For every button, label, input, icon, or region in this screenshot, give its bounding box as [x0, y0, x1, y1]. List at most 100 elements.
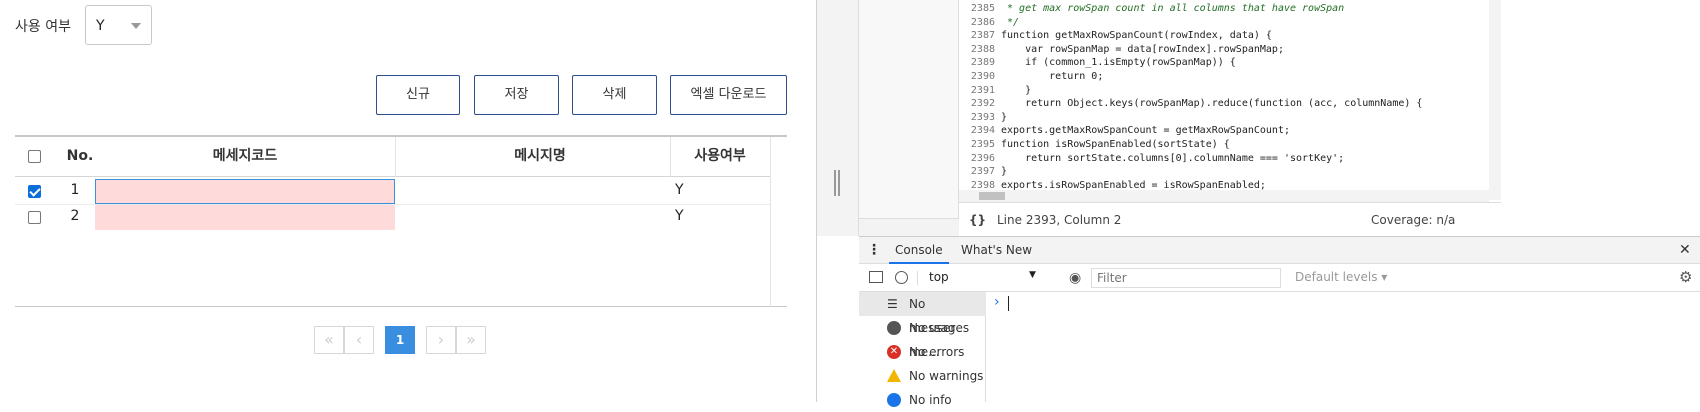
- sidebar-item-warnings[interactable]: No warnings: [859, 364, 986, 388]
- clear-console-icon[interactable]: [895, 271, 908, 284]
- line-number: 2385: [970, 3, 995, 14]
- select-all-checkbox[interactable]: [28, 150, 41, 163]
- console-output[interactable]: ›: [986, 292, 1700, 402]
- console-caret: [1008, 296, 1009, 311]
- row-checkbox[interactable]: [28, 211, 41, 224]
- gear-icon[interactable]: ⚙: [1679, 268, 1692, 286]
- warning-icon: [887, 369, 901, 382]
- sidebar-item-label: No warnings: [909, 369, 984, 383]
- console-toolbar: top ▼ ◉ Filter Default levels ▾ ⚙: [859, 264, 1700, 292]
- sidebar-item-label: No errors: [909, 345, 965, 359]
- line-number: 2389: [970, 57, 995, 69]
- filter-placeholder: Filter: [1097, 271, 1127, 285]
- line-number: 2391: [970, 84, 995, 96]
- close-icon[interactable]: ✕: [1679, 237, 1691, 264]
- use-cell[interactable]: Y: [675, 208, 684, 224]
- col-header-no: No.: [66, 148, 94, 164]
- line-number: 2387: [970, 30, 995, 42]
- code-line: * get max rowSpan count in all columns t…: [1001, 3, 1345, 14]
- line-number: 2392: [970, 98, 995, 110]
- scroll-thumb[interactable]: [979, 192, 1005, 200]
- code-line: return Object.keys(rowSpanMap).reduce(fu…: [1001, 98, 1423, 110]
- file-navigator: [859, 0, 959, 218]
- log-levels-select[interactable]: Default levels ▾: [1295, 270, 1387, 284]
- use-cell[interactable]: Y: [675, 182, 684, 198]
- code-line: var rowSpanMap = data[rowIndex].rowSpanM…: [1001, 43, 1284, 55]
- cursor-position: Line 2393, Column 2: [997, 213, 1122, 227]
- line-number: 2388: [970, 43, 995, 55]
- tab-whats-new[interactable]: What's New: [961, 237, 1032, 264]
- col-header-code[interactable]: 메세지코드: [95, 137, 395, 177]
- pretty-print-icon[interactable]: {}: [969, 203, 986, 237]
- code-line: exports.getMaxRowSpanCount = getMaxRowSp…: [1001, 125, 1290, 137]
- row-number: 2: [70, 208, 80, 224]
- use-filter-select[interactable]: Y: [85, 5, 152, 45]
- message-grid: No. 메세지코드 메시지명 사용여부 1 Y 2 Y: [15, 135, 787, 307]
- devtools-dock-strip: [817, 0, 859, 236]
- navigator-hscroll[interactable]: [859, 218, 959, 236]
- sidebar-item-info[interactable]: No info: [859, 388, 986, 412]
- prev-page-button[interactable]: ‹: [344, 326, 374, 354]
- chevron-down-icon[interactable]: ▼: [1029, 270, 1036, 280]
- source-editor[interactable]: 2385 * get max rowSpan count in all colu…: [959, 0, 1489, 200]
- sidebar-item-label: No info: [909, 393, 952, 407]
- line-number: 2386: [970, 16, 995, 28]
- col-header-name[interactable]: 메시지명: [395, 137, 685, 177]
- sidebar-item-messages[interactable]: ☰ No messages: [859, 292, 986, 335]
- console-sidebar: ☰ No messages No user me... ✕ No errors …: [859, 292, 986, 407]
- code-line: if (common_1.isEmpty(rowSpanMap)) {: [1001, 57, 1236, 69]
- code-line: */: [1001, 16, 1020, 28]
- message-code-cell[interactable]: [95, 179, 395, 204]
- code-line: function isRowSpanEnabled(sortState) {: [1001, 139, 1230, 150]
- source-status-bar: {} Line 2393, Column 2 Coverage: n/a: [959, 202, 1501, 236]
- sidebar-toggle-icon[interactable]: [869, 271, 883, 283]
- col-header-use[interactable]: 사용여부: [670, 137, 770, 177]
- console-prompt-icon: ›: [994, 294, 1000, 310]
- grid-scroll-edge: [770, 137, 771, 307]
- divider: [917, 271, 918, 285]
- info-icon: [887, 393, 901, 407]
- code-line: return sortState.columns[0].columnName =…: [1001, 152, 1345, 164]
- code-line: }: [1001, 84, 1032, 96]
- message-code-cell[interactable]: [95, 205, 395, 230]
- console-filter-input[interactable]: Filter: [1091, 268, 1281, 288]
- line-number: 2396: [970, 152, 995, 164]
- use-filter-value: Y: [96, 18, 105, 34]
- code-line: }: [1001, 166, 1008, 178]
- next-page-button[interactable]: ›: [426, 326, 456, 354]
- devtools-panel: 2385 * get max rowSpan count in all colu…: [816, 0, 1700, 407]
- line-number: 2394: [970, 125, 995, 137]
- resize-grip-icon[interactable]: [834, 170, 840, 196]
- page-button-current[interactable]: 1: [385, 326, 415, 354]
- source-hscroll[interactable]: [959, 190, 1489, 202]
- debugger-sidebar: [1501, 0, 1700, 236]
- list-icon: ☰: [887, 297, 898, 311]
- chevron-down-icon: [131, 23, 141, 29]
- line-number: 2393: [970, 111, 995, 123]
- eye-icon[interactable]: ◉: [1069, 270, 1081, 286]
- app-page: 사용 여부 Y 신규 저장 삭제 엑셀 다운로드 No. 메세지코드 메시지명 …: [0, 0, 816, 402]
- row-checkbox[interactable]: [28, 185, 41, 198]
- line-number: 2397: [970, 166, 995, 178]
- new-button[interactable]: 신규: [376, 75, 460, 115]
- excel-download-button[interactable]: 엑셀 다운로드: [670, 75, 787, 115]
- code-line: return 0;: [1001, 71, 1104, 82]
- use-filter-label: 사용 여부: [15, 19, 71, 35]
- line-number: 2395: [970, 139, 995, 150]
- sidebar-item-user-messages[interactable]: No user me...: [859, 316, 986, 359]
- tab-console[interactable]: Console: [889, 237, 949, 264]
- last-page-button[interactable]: »: [456, 326, 486, 354]
- code-line: function getMaxRowSpanCount(rowIndex, da…: [1001, 30, 1272, 42]
- first-page-button[interactable]: «: [314, 326, 344, 354]
- drawer-menu-icon[interactable]: ⋮: [867, 237, 881, 264]
- coverage-status: Coverage: n/a: [1371, 213, 1456, 227]
- sidebar-item-errors[interactable]: ✕ No errors: [859, 340, 986, 364]
- save-button[interactable]: 저장: [474, 75, 559, 115]
- error-icon: ✕: [887, 345, 901, 359]
- source-vscroll[interactable]: [1489, 0, 1501, 200]
- delete-button[interactable]: 삭제: [572, 75, 657, 115]
- code-line: }: [1001, 111, 1008, 123]
- line-number: 2390: [970, 71, 995, 82]
- row-number: 1: [70, 182, 80, 198]
- context-select[interactable]: top: [929, 270, 949, 284]
